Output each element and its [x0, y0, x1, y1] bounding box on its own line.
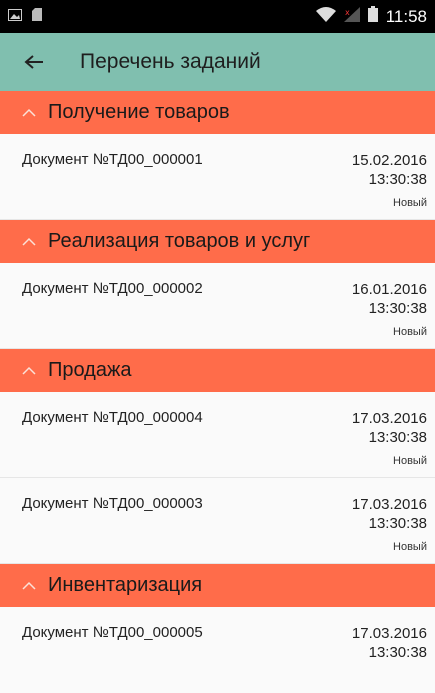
document-number: Документ №ТД00_000004	[22, 409, 203, 426]
document-time: 13:30:38	[368, 171, 427, 188]
document-number: Документ №ТД00_000001	[22, 151, 203, 168]
task-list: Получение товаров Документ №ТД00_000001 15…	[0, 91, 435, 693]
battery-icon	[367, 6, 378, 27]
chevron-up-icon	[22, 577, 40, 595]
document-datetime: 17.03.2016 13:30:38	[352, 495, 427, 533]
document-datetime: 16.01.2016 13:30:38	[352, 280, 427, 318]
status-label: Новый	[393, 455, 427, 467]
document-datetime: 17.03.2016 13:30:38	[352, 624, 427, 662]
document-time: 13:30:38	[368, 429, 427, 446]
group-header[interactable]: Реализация товаров и услуг	[0, 220, 435, 263]
chevron-up-icon	[22, 362, 40, 380]
list-item[interactable]: Документ №ТД00_000005 17.03.2016 13:30:38	[0, 607, 435, 693]
group-title: Инвентаризация	[48, 574, 203, 596]
group-title: Продажа	[48, 359, 132, 381]
status-label: Новый	[393, 326, 427, 338]
list-item[interactable]: Документ №ТД00_000001 15.02.2016 13:30:38 Н…	[0, 134, 435, 220]
document-date: 17.03.2016	[351, 625, 427, 642]
status-label: Новый	[393, 541, 427, 553]
svg-text:x: x	[345, 8, 350, 17]
list-item[interactable]: Документ №ТД00_000002 16.01.2016 13:30:38 Н…	[0, 263, 435, 349]
document-date: 16.01.2016	[351, 281, 427, 298]
group-header[interactable]: Инвентаризация	[0, 564, 435, 607]
document-time: 13:30:38	[368, 515, 427, 532]
document-date: 15.02.2016	[351, 152, 427, 169]
status-bar: x 11:58	[0, 0, 435, 33]
chevron-up-icon	[22, 233, 40, 251]
document-number: Документ №ТД00_000003	[22, 495, 203, 512]
document-date: 17.03.2016	[351, 496, 427, 513]
document-time: 13:30:38	[368, 644, 427, 661]
document-datetime: 17.03.2016 13:30:38	[352, 409, 427, 447]
group-title: Получение товаров	[48, 101, 230, 123]
list-item[interactable]: Документ №ТД00_000003 17.03.2016 13:30:38 Н…	[0, 478, 435, 564]
status-label: Новый	[393, 197, 427, 209]
wifi-icon	[315, 6, 336, 27]
document-number: Документ №ТД00_000002	[22, 280, 203, 297]
document-number: Документ №ТД00_000005	[22, 624, 203, 641]
list-item[interactable]: Документ №ТД00_000004 17.03.2016 13:30:38 Н…	[0, 392, 435, 478]
signal-icon: x	[343, 6, 360, 27]
page-title: Перечень заданий	[80, 50, 261, 73]
clock: 11:58	[385, 6, 427, 26]
document-date: 17.03.2016	[351, 410, 427, 427]
group-header[interactable]: Получение товаров	[0, 91, 435, 134]
document-time: 13:30:38	[368, 300, 427, 317]
sd-card-icon	[32, 7, 42, 26]
app-bar: Перечень заданий	[0, 33, 435, 91]
group-header[interactable]: Продажа	[0, 349, 435, 392]
chevron-up-icon	[22, 104, 40, 122]
document-datetime: 15.02.2016 13:30:38	[352, 151, 427, 189]
arrow-back-icon[interactable]	[22, 50, 46, 74]
picture-icon	[8, 8, 22, 26]
group-title: Реализация товаров и услуг	[48, 230, 311, 252]
